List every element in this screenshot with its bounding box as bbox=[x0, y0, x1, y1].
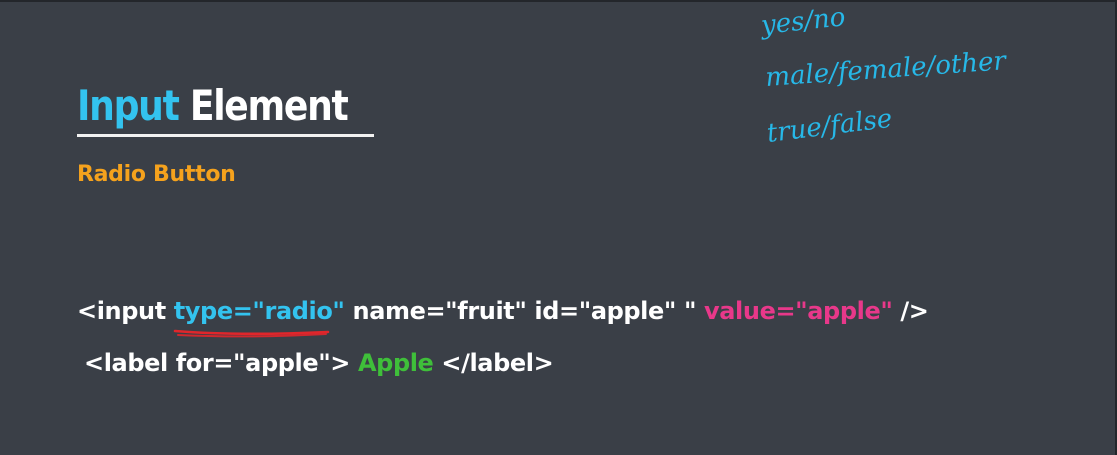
red-annotation-underline bbox=[173, 329, 330, 338]
code-line-label: <label for="apple"> Apple </label> bbox=[84, 347, 554, 379]
code-line-input: <input type="radio" name="fruit" id="app… bbox=[77, 295, 929, 327]
code-type-attribute: type="radio" bbox=[173, 297, 345, 325]
code-value-attribute: value="apple" bbox=[704, 297, 893, 325]
code-input-tag-open: <input bbox=[77, 297, 174, 325]
title-word-input: Input bbox=[77, 81, 180, 130]
slide-title: Input Element bbox=[77, 80, 349, 132]
code-name-id-attributes: name="fruit" id="apple" " bbox=[344, 297, 705, 325]
code-label-text: Apple bbox=[357, 349, 434, 377]
code-label-tag-open: <label for="apple"> bbox=[84, 349, 358, 377]
title-word-element: Element bbox=[189, 81, 349, 130]
handwritten-true-false: true/false bbox=[765, 104, 894, 149]
handwritten-annotation: yes/no male/female/other true/false bbox=[759, 2, 1009, 149]
code-input-tag-close: /> bbox=[892, 297, 929, 325]
code-label-tag-close: </label> bbox=[433, 349, 554, 377]
slide-subtitle: Radio Button bbox=[77, 162, 236, 187]
handwritten-gender-options: male/female/other bbox=[764, 46, 1008, 93]
title-underline bbox=[77, 134, 374, 137]
handwritten-yes-no: yes/no bbox=[759, 2, 847, 41]
